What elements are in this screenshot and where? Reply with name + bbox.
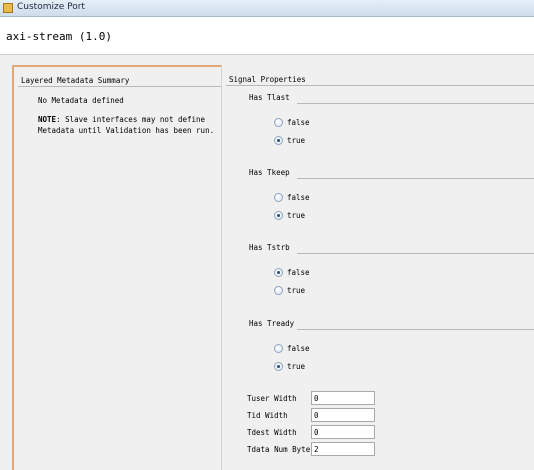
divider: [18, 86, 222, 87]
radio-label: true: [287, 362, 306, 371]
radio-label: true: [287, 211, 306, 220]
tdata-num-bytes-label: Tdata Num Bytes: [247, 445, 315, 454]
radio-checked-icon[interactable]: [274, 211, 283, 220]
radio-label: false: [287, 193, 310, 202]
tdata-num-bytes-input[interactable]: 2: [311, 442, 375, 456]
divider: [297, 178, 534, 179]
radio-unchecked-icon[interactable]: [274, 193, 283, 202]
divider: [297, 253, 534, 254]
tuser-width-input[interactable]: 0: [311, 391, 375, 405]
metadata-summary-title: Layered Metadata Summary: [21, 76, 130, 85]
signal-properties-title: Signal Properties: [229, 75, 306, 84]
no-metadata-text: No Metadata defined: [38, 96, 124, 105]
has-tstrb-label: Has Tstrb: [249, 243, 290, 252]
radio-label: true: [287, 286, 306, 295]
window-titlebar: Customize Port: [0, 0, 534, 17]
radio-unchecked-icon[interactable]: [274, 344, 283, 353]
has-tkeep-label: Has Tkeep: [249, 168, 290, 177]
tid-width-input[interactable]: 0: [311, 408, 375, 422]
radio-label: false: [287, 344, 310, 353]
radio-label: false: [287, 118, 310, 127]
app-icon: [3, 3, 13, 13]
note-line2: Metadata until Validation has been run.: [38, 126, 215, 135]
radio-label: true: [287, 136, 306, 145]
layered-metadata-panel: Layered Metadata Summary No Metadata def…: [12, 65, 228, 470]
signal-properties-panel: Signal Properties Has Tlast false true H…: [221, 65, 534, 470]
divider: [297, 329, 534, 330]
tdest-width-label: Tdest Width: [247, 428, 297, 437]
tdest-width-input[interactable]: 0: [311, 425, 375, 439]
divider: [297, 103, 534, 104]
note-line1: : Slave interfaces may not define: [56, 115, 206, 124]
ip-title: axi-stream (1.0): [6, 30, 112, 43]
has-tready-label: Has Tready: [249, 319, 295, 328]
radio-unchecked-icon[interactable]: [274, 286, 283, 295]
radio-unchecked-icon[interactable]: [274, 118, 283, 127]
window-title: Customize Port: [17, 2, 85, 12]
tid-width-label: Tid Width: [247, 411, 288, 420]
divider: [226, 85, 534, 86]
tuser-width-label: Tuser Width: [247, 394, 297, 403]
radio-label: false: [287, 268, 310, 277]
radio-checked-icon[interactable]: [274, 268, 283, 277]
radio-checked-icon[interactable]: [274, 136, 283, 145]
radio-checked-icon[interactable]: [274, 362, 283, 371]
note-label: NOTE: [38, 115, 57, 124]
has-tlast-label: Has Tlast: [249, 93, 290, 102]
metadata-note: NOTE: Slave interfaces may not define Me…: [38, 114, 226, 136]
ip-header: axi-stream (1.0): [0, 17, 534, 55]
